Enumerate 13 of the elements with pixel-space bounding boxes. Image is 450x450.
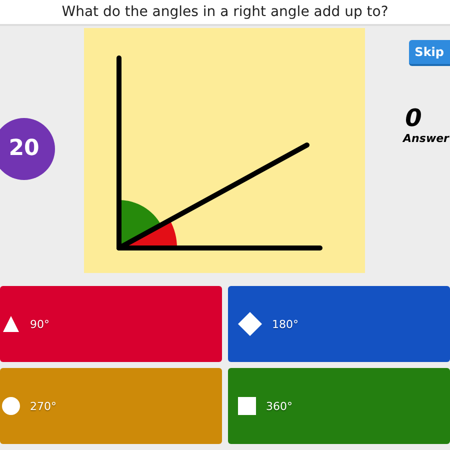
answer-button[interactable]: 270° — [0, 368, 222, 444]
answer-count: 0 — [405, 104, 422, 132]
answer-button[interactable]: 360° — [228, 368, 450, 444]
timer-badge: 20 — [0, 118, 55, 180]
answer-button[interactable]: 180° — [228, 286, 450, 362]
diamond-icon — [238, 312, 262, 336]
square-icon — [238, 397, 256, 415]
triangle-icon — [2, 315, 20, 333]
answer-count-label: Answer — [403, 132, 450, 145]
circle-icon — [2, 397, 20, 415]
question-text: What do the angles in a right angle add up to? — [62, 4, 388, 20]
answer-button[interactable]: 90° — [0, 286, 222, 362]
skip-button[interactable]: Skip — [408, 40, 450, 66]
